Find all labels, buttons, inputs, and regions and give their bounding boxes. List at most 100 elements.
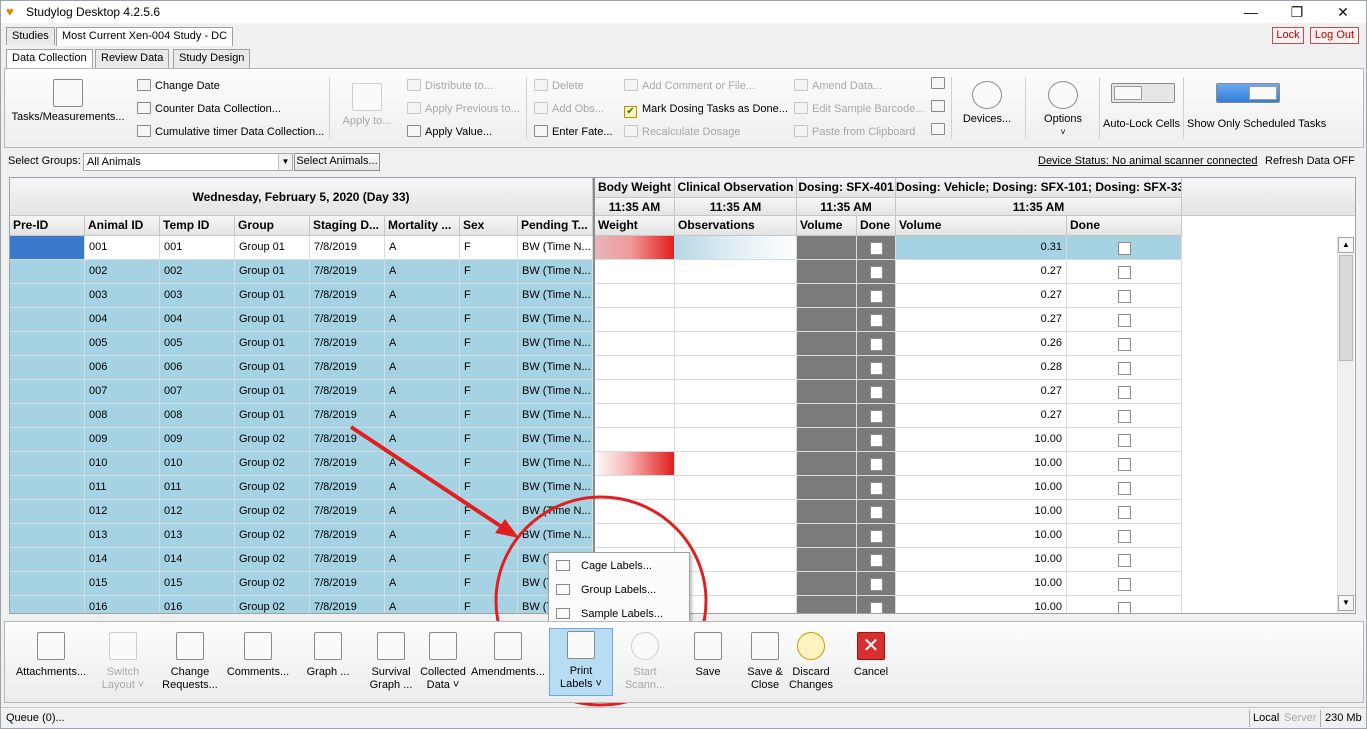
table-row[interactable]: 007 007 Group 01 7/8/2019 A F BW (Time N... 0.2… [10,380,1182,404]
done-2-checkbox[interactable] [1118,362,1131,375]
comments-button[interactable]: Comments... [226,632,290,679]
sex-cell[interactable]: F [460,428,518,452]
pending-tasks-cell[interactable]: BW (Time N... [518,332,593,356]
staging-date-cell[interactable]: 7/8/2019 [310,284,385,308]
volume-2-cell[interactable]: 0.31 [896,236,1067,260]
weight-cell[interactable] [595,524,675,548]
mortality-cell[interactable]: A [385,596,460,613]
staging-date-cell[interactable]: 7/8/2019 [310,380,385,404]
staging-date-cell[interactable]: 7/8/2019 [310,548,385,572]
temp-id-cell[interactable]: 013 [160,524,235,548]
mortality-cell[interactable]: A [385,404,460,428]
select-animals-button[interactable]: Select Animals... [294,153,380,171]
pending-tasks-cell[interactable]: BW (Time N... [518,356,593,380]
table-row[interactable]: 010 010 Group 02 7/8/2019 A F BW (Time N... 10.… [10,452,1182,476]
weight-cell[interactable] [595,236,675,260]
group-cell[interactable]: Group 02 [235,452,310,476]
queue-status[interactable]: Queue (0)... [6,708,65,728]
done-2-checkbox[interactable] [1118,602,1131,613]
staging-date-cell[interactable]: 7/8/2019 [310,572,385,596]
lock-button[interactable]: Lock [1272,27,1304,44]
sex-cell[interactable]: F [460,332,518,356]
animal-id-cell[interactable]: 013 [85,524,160,548]
volume-2-cell[interactable]: 10.00 [896,476,1067,500]
animal-id-cell[interactable]: 002 [85,260,160,284]
animal-id-cell[interactable]: 006 [85,356,160,380]
pre-id-cell[interactable] [10,524,85,548]
animal-id-cell[interactable]: 007 [85,380,160,404]
volume-2-cell[interactable]: 0.27 [896,284,1067,308]
animal-id-cell[interactable]: 014 [85,548,160,572]
sex-cell[interactable]: F [460,236,518,260]
refresh-data-status[interactable]: Refresh Data OFF [1265,155,1355,167]
done-checkbox[interactable] [870,458,883,471]
pre-id-cell[interactable] [10,404,85,428]
done-2-checkbox[interactable] [1118,554,1131,567]
pre-id-cell[interactable] [10,356,85,380]
temp-id-cell[interactable]: 008 [160,404,235,428]
done-2-checkbox[interactable] [1118,506,1131,519]
column-header-volume-2[interactable]: Volume [896,216,1067,236]
sex-cell[interactable]: F [460,524,518,548]
observations-cell[interactable] [675,260,797,284]
table-row[interactable]: 003 003 Group 01 7/8/2019 A F BW (Time N... 0.2… [10,284,1182,308]
group-cell[interactable]: Group 02 [235,476,310,500]
volume-2-cell[interactable]: 10.00 [896,548,1067,572]
pre-id-cell[interactable] [10,500,85,524]
observations-cell[interactable] [675,548,797,572]
staging-date-cell[interactable]: 7/8/2019 [310,332,385,356]
done-checkbox[interactable] [870,434,883,447]
tab-data-collection[interactable]: Data Collection [6,49,93,69]
pre-id-cell[interactable] [10,308,85,332]
recalculate-dosage-button[interactable]: Recalculate Dosage [624,125,740,139]
staging-date-cell[interactable]: 7/8/2019 [310,524,385,548]
table-row[interactable]: 013 013 Group 02 7/8/2019 A F BW (Time N... 10.… [10,524,1182,548]
volume-2-cell[interactable]: 0.26 [896,332,1067,356]
done-checkbox[interactable] [870,266,883,279]
table-row[interactable]: 005 005 Group 01 7/8/2019 A F BW (Time N... 0.2… [10,332,1182,356]
pre-id-cell[interactable] [10,236,85,260]
column-header-sex[interactable]: Sex [460,216,518,236]
volume-2-cell[interactable]: 10.00 [896,500,1067,524]
pending-tasks-cell[interactable]: BW (Time N... [518,452,593,476]
pending-tasks-cell[interactable]: BW (Time N... [518,308,593,332]
pre-id-cell[interactable] [10,260,85,284]
weight-cell[interactable] [595,332,675,356]
sex-cell[interactable]: F [460,356,518,380]
scroll-up-icon[interactable]: ▲ [1338,237,1354,253]
done-checkbox[interactable] [870,242,883,255]
add-comment-button[interactable]: Add Comment or File... [624,79,755,93]
mortality-cell[interactable]: A [385,308,460,332]
observations-cell[interactable] [675,524,797,548]
start-scanning-button[interactable]: Start Scann... [615,632,675,692]
group-cell[interactable]: Group 02 [235,596,310,613]
observations-cell[interactable] [675,596,797,613]
group-cell[interactable]: Group 01 [235,380,310,404]
mortality-cell[interactable]: A [385,284,460,308]
list-small-button[interactable] [931,123,949,137]
volume-2-cell[interactable]: 10.00 [896,572,1067,596]
staging-date-cell[interactable]: 7/8/2019 [310,428,385,452]
survival-graph-button[interactable]: Survival Graph ... [363,632,419,692]
temp-id-cell[interactable]: 012 [160,500,235,524]
done-2-checkbox[interactable] [1118,530,1131,543]
column-header-pending-tasks[interactable]: Pending T... [518,216,593,236]
temp-id-cell[interactable]: 001 [160,236,235,260]
done-2-checkbox[interactable] [1118,290,1131,303]
mortality-cell[interactable]: A [385,548,460,572]
done-2-checkbox[interactable] [1118,338,1131,351]
group-cell[interactable]: Group 02 [235,572,310,596]
pre-id-cell[interactable] [10,452,85,476]
observations-cell[interactable] [675,284,797,308]
group-cell[interactable]: Group 01 [235,260,310,284]
table-row[interactable]: 012 012 Group 02 7/8/2019 A F BW (Time N... 10.… [10,500,1182,524]
column-header-done-2[interactable]: Done [1067,216,1182,236]
observations-cell[interactable] [675,476,797,500]
pre-id-cell[interactable] [10,284,85,308]
switch-layout-button[interactable]: Switch Layout ˅ [95,632,151,692]
save-button[interactable]: Save [685,632,731,679]
sex-cell[interactable]: F [460,500,518,524]
pending-tasks-cell[interactable]: BW (Time N... [518,260,593,284]
sex-cell[interactable]: F [460,572,518,596]
temp-id-cell[interactable]: 015 [160,572,235,596]
